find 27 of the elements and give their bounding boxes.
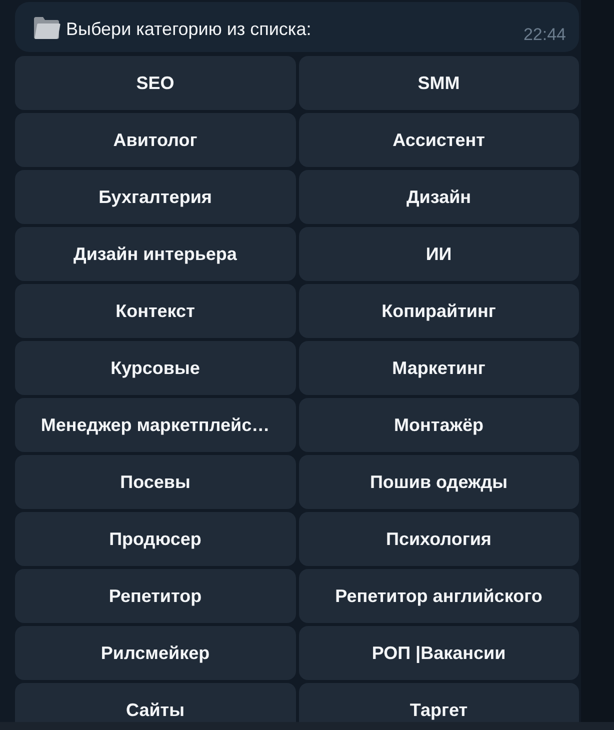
folder-icon: [33, 16, 61, 40]
keyboard-button[interactable]: Курсовые: [15, 341, 296, 395]
keyboard-button[interactable]: Маркетинг: [298, 341, 579, 395]
keyboard-button[interactable]: Таргет: [298, 683, 579, 722]
keyboard-button[interactable]: Продюсер: [15, 512, 296, 566]
keyboard-button[interactable]: Посевы: [15, 455, 296, 509]
keyboard-button[interactable]: Ассистент: [298, 113, 579, 167]
keyboard-button[interactable]: Копирайтинг: [298, 284, 579, 338]
message-time: 22:44: [523, 24, 566, 46]
keyboard-button[interactable]: SEO: [15, 56, 296, 110]
keyboard-button[interactable]: Репетитор: [15, 569, 296, 623]
keyboard-button[interactable]: Бухгалтерия: [15, 170, 296, 224]
keyboard-button[interactable]: ИИ: [298, 227, 579, 281]
keyboard-button[interactable]: Контекст: [15, 284, 296, 338]
keyboard-button[interactable]: Дизайн интерьера: [15, 227, 296, 281]
keyboard-button[interactable]: Менеджер маркетплейс…: [15, 398, 296, 452]
keyboard-button[interactable]: Репетитор английского: [298, 569, 579, 623]
keyboard-button[interactable]: SMM: [298, 56, 579, 110]
keyboard-button[interactable]: Психология: [298, 512, 579, 566]
message-text: Выбери категорию из списка:: [66, 18, 312, 40]
keyboard-button[interactable]: Пошив одежды: [298, 455, 579, 509]
keyboard-button[interactable]: Сайты: [15, 683, 296, 722]
keyboard-button[interactable]: Авитолог: [15, 113, 296, 167]
keyboard-button[interactable]: Рилсмейкер: [15, 626, 296, 680]
keyboard-button[interactable]: Дизайн: [298, 170, 579, 224]
keyboard-button[interactable]: РОП |Вакансии: [298, 626, 579, 680]
keyboard-button[interactable]: Монтажёр: [298, 398, 579, 452]
